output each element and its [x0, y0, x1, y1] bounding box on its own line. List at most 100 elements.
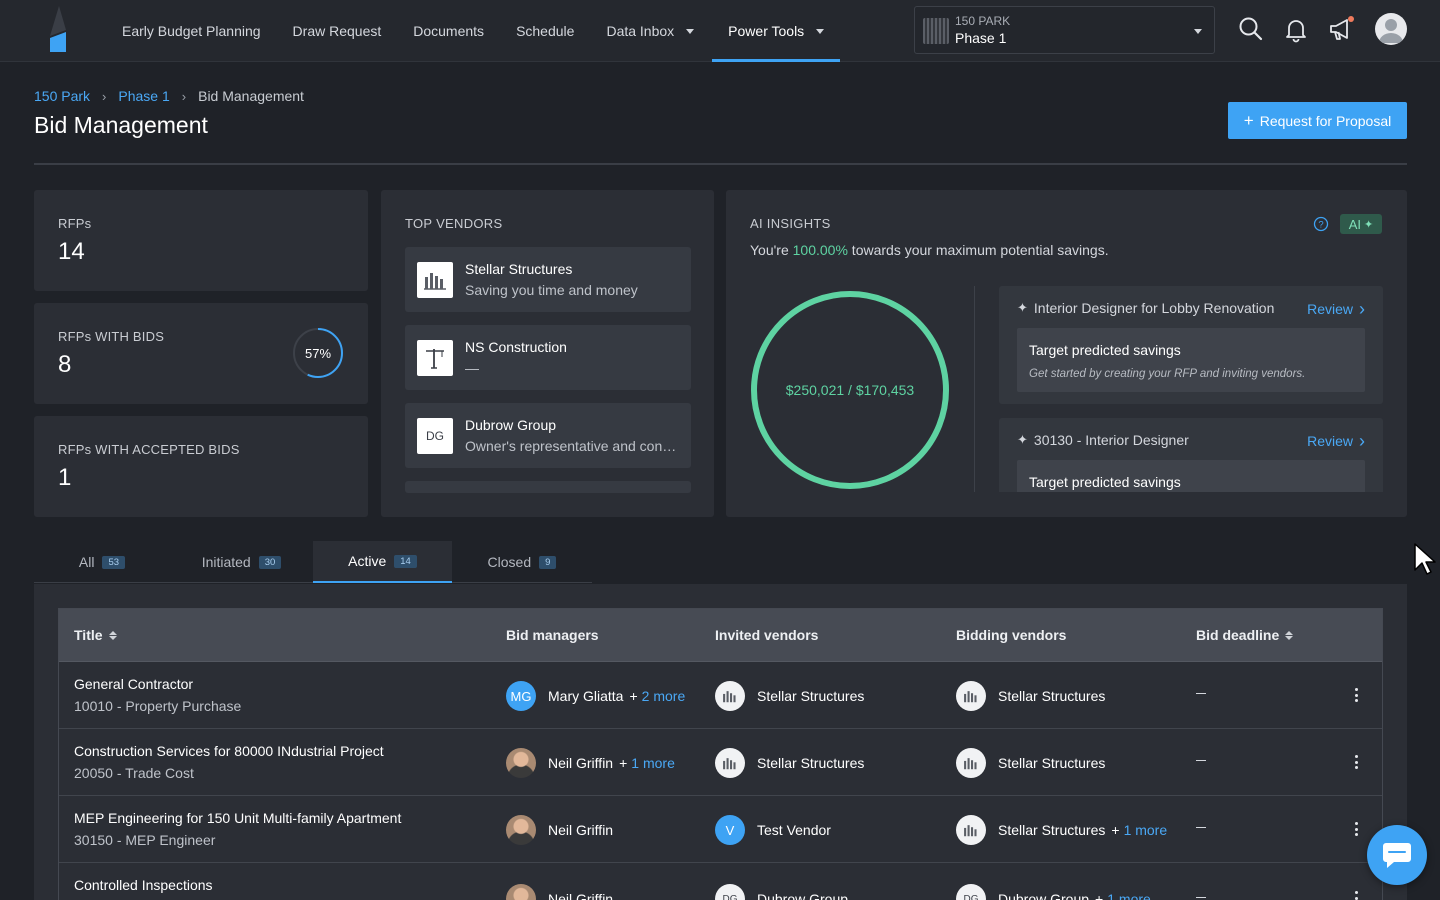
bell-icon[interactable]: [1281, 14, 1311, 44]
tab-active[interactable]: Active 14: [313, 541, 452, 583]
building-icon: [956, 748, 986, 778]
more-link[interactable]: 1 more: [1124, 822, 1168, 838]
more-link[interactable]: 1 more: [631, 755, 675, 771]
nav-label: Data Inbox: [606, 23, 675, 39]
column-invited-vendors: Invited vendors: [715, 627, 818, 643]
building-icon: [715, 748, 745, 778]
bid-managers-cell: Neil Griffin + 1 more: [506, 747, 675, 779]
plus-text: +: [1111, 822, 1120, 838]
nav-documents[interactable]: Documents: [397, 0, 500, 62]
app-logo[interactable]: [46, 6, 72, 54]
chevron-right-icon: ›: [181, 88, 187, 104]
chat-icon: [1383, 843, 1411, 868]
review-label: Review: [1307, 301, 1353, 317]
vendor-description: Saving you time and money: [465, 282, 638, 298]
avatar: [506, 884, 536, 900]
table-row[interactable]: MEP Engineering for 150 Unit Multi-famil…: [59, 796, 1382, 863]
bids-percent: 57%: [304, 345, 332, 361]
project-selector[interactable]: 150 PARK Phase 1: [914, 6, 1215, 54]
tab-initiated[interactable]: Initiated 30: [170, 541, 313, 583]
more-link[interactable]: 2 more: [642, 688, 686, 704]
table-row[interactable]: General Contractor 10010 - Property Purc…: [59, 662, 1382, 729]
avatar: V: [715, 815, 745, 845]
ai-badge: AI ✦: [1340, 214, 1382, 234]
vendor-name: Dubrow Group: [998, 891, 1090, 900]
bid-managers-cell: Neil Griffin: [506, 814, 613, 846]
stat-card-rfps-with-bids: RFPs WITH BIDS 8 57%: [34, 303, 368, 404]
vendor-card[interactable]: NS Construction —: [405, 325, 691, 390]
column-bid-managers: Bid managers: [506, 627, 599, 643]
stat-card-rfps: RFPs 14: [34, 190, 368, 291]
nav-data-inbox[interactable]: Data Inbox: [590, 0, 710, 62]
tab-label: All: [78, 554, 95, 570]
tab-closed[interactable]: Closed 9: [452, 541, 592, 583]
breadcrumb-project[interactable]: 150 Park: [34, 88, 90, 104]
sparkle-icon: ✦: [1017, 300, 1028, 315]
vendor-card[interactable]: [405, 481, 691, 493]
rfp-table-container: Title Bid managers Invited vendors Biddi…: [34, 584, 1407, 900]
bidding-vendors-cell: DG Dubrow Group + 1 more: [956, 883, 1151, 900]
more-link[interactable]: 1 more: [1107, 891, 1151, 900]
review-link[interactable]: Review ›: [1307, 300, 1365, 318]
stat-label: RFPs WITH ACCEPTED BIDS: [58, 442, 240, 457]
table-row[interactable]: Construction Services for 80000 INdustri…: [59, 729, 1382, 796]
nav-draw-request[interactable]: Draw Request: [277, 0, 398, 62]
insight-box-title: Target predicted savings: [1029, 342, 1181, 358]
megaphone-icon[interactable]: [1326, 14, 1356, 44]
chevron-down-icon: [686, 28, 695, 34]
column-title[interactable]: Title: [74, 627, 117, 643]
tab-all[interactable]: All 53: [34, 541, 170, 583]
user-avatar[interactable]: [1375, 13, 1407, 45]
request-for-proposal-button[interactable]: + Request for Proposal: [1228, 102, 1407, 139]
sort-icon[interactable]: [108, 630, 117, 640]
subtitle-text: You're: [750, 242, 793, 258]
nav-early-budget-planning[interactable]: Early Budget Planning: [106, 0, 277, 62]
column-bid-deadline[interactable]: Bid deadline: [1196, 627, 1294, 643]
tab-count: 53: [102, 555, 126, 569]
subtitle-text: towards your maximum potential savings.: [847, 242, 1109, 258]
breadcrumb-phase[interactable]: Phase 1: [118, 88, 169, 104]
stat-label: RFPs WITH BIDS: [58, 329, 165, 344]
sort-icon[interactable]: [1285, 630, 1294, 640]
review-link[interactable]: Review ›: [1307, 432, 1365, 450]
search-icon[interactable]: [1236, 14, 1266, 44]
tab-label: Closed: [487, 554, 532, 570]
table-row[interactable]: Controlled Inspections Neil Griffin DG D…: [59, 863, 1382, 900]
top-vendors-panel: TOP VENDORS Stellar Structures Saving yo…: [381, 190, 714, 517]
page-title: Bid Management: [34, 112, 208, 138]
vendor-name: Test Vendor: [757, 822, 831, 838]
building-icon: [956, 681, 986, 711]
vendor-card[interactable]: DG Dubrow Group Owner's representative a…: [405, 403, 691, 468]
nav-label: Early Budget Planning: [122, 23, 261, 39]
kebab-menu-icon[interactable]: [1352, 889, 1360, 900]
nav-schedule[interactable]: Schedule: [500, 0, 590, 62]
kebab-menu-icon[interactable]: [1352, 753, 1360, 771]
crane-icon: [417, 340, 453, 376]
insight-heading: ✦ 30130 - Interior Designer: [1017, 432, 1189, 448]
rfp-cost-code: 30150 - MEP Engineer: [74, 832, 216, 848]
dg-logo: DG: [417, 418, 453, 454]
tab-label: Active: [348, 553, 387, 569]
kebab-menu-icon[interactable]: [1352, 686, 1360, 704]
savings-percent: 100.00%: [792, 242, 848, 258]
stat-label: RFPs: [58, 216, 92, 231]
bid-managers-cell: MG Mary Gliatta + 2 more: [506, 680, 685, 712]
kebab-menu-icon[interactable]: [1352, 820, 1360, 838]
button-label: Request for Proposal: [1259, 112, 1392, 129]
help-icon[interactable]: ?: [1313, 216, 1329, 232]
svg-text:?: ?: [1318, 220, 1323, 231]
chat-support-button[interactable]: [1367, 825, 1427, 885]
rfp-title: MEP Engineering for 150 Unit Multi-famil…: [74, 810, 402, 826]
invited-vendors-cell: Stellar Structures: [715, 747, 864, 779]
rfp-title: General Contractor: [74, 676, 194, 692]
rfp-table: Title Bid managers Invited vendors Biddi…: [58, 608, 1383, 900]
insight-box: Target predicted savings: [1017, 460, 1365, 492]
nav-power-tools[interactable]: Power Tools: [712, 0, 841, 62]
avatar: [506, 748, 536, 778]
bidding-vendors-cell: Stellar Structures: [956, 680, 1105, 712]
invited-vendors-cell: DG Dubrow Group: [715, 883, 848, 900]
vendor-card[interactable]: Stellar Structures Saving you time and m…: [405, 247, 691, 312]
top-navbar: Early Budget Planning Draw Request Docum…: [0, 0, 1440, 62]
column-label: Bidding vendors: [956, 627, 1067, 643]
vendor-name: Stellar Structures: [757, 688, 865, 704]
